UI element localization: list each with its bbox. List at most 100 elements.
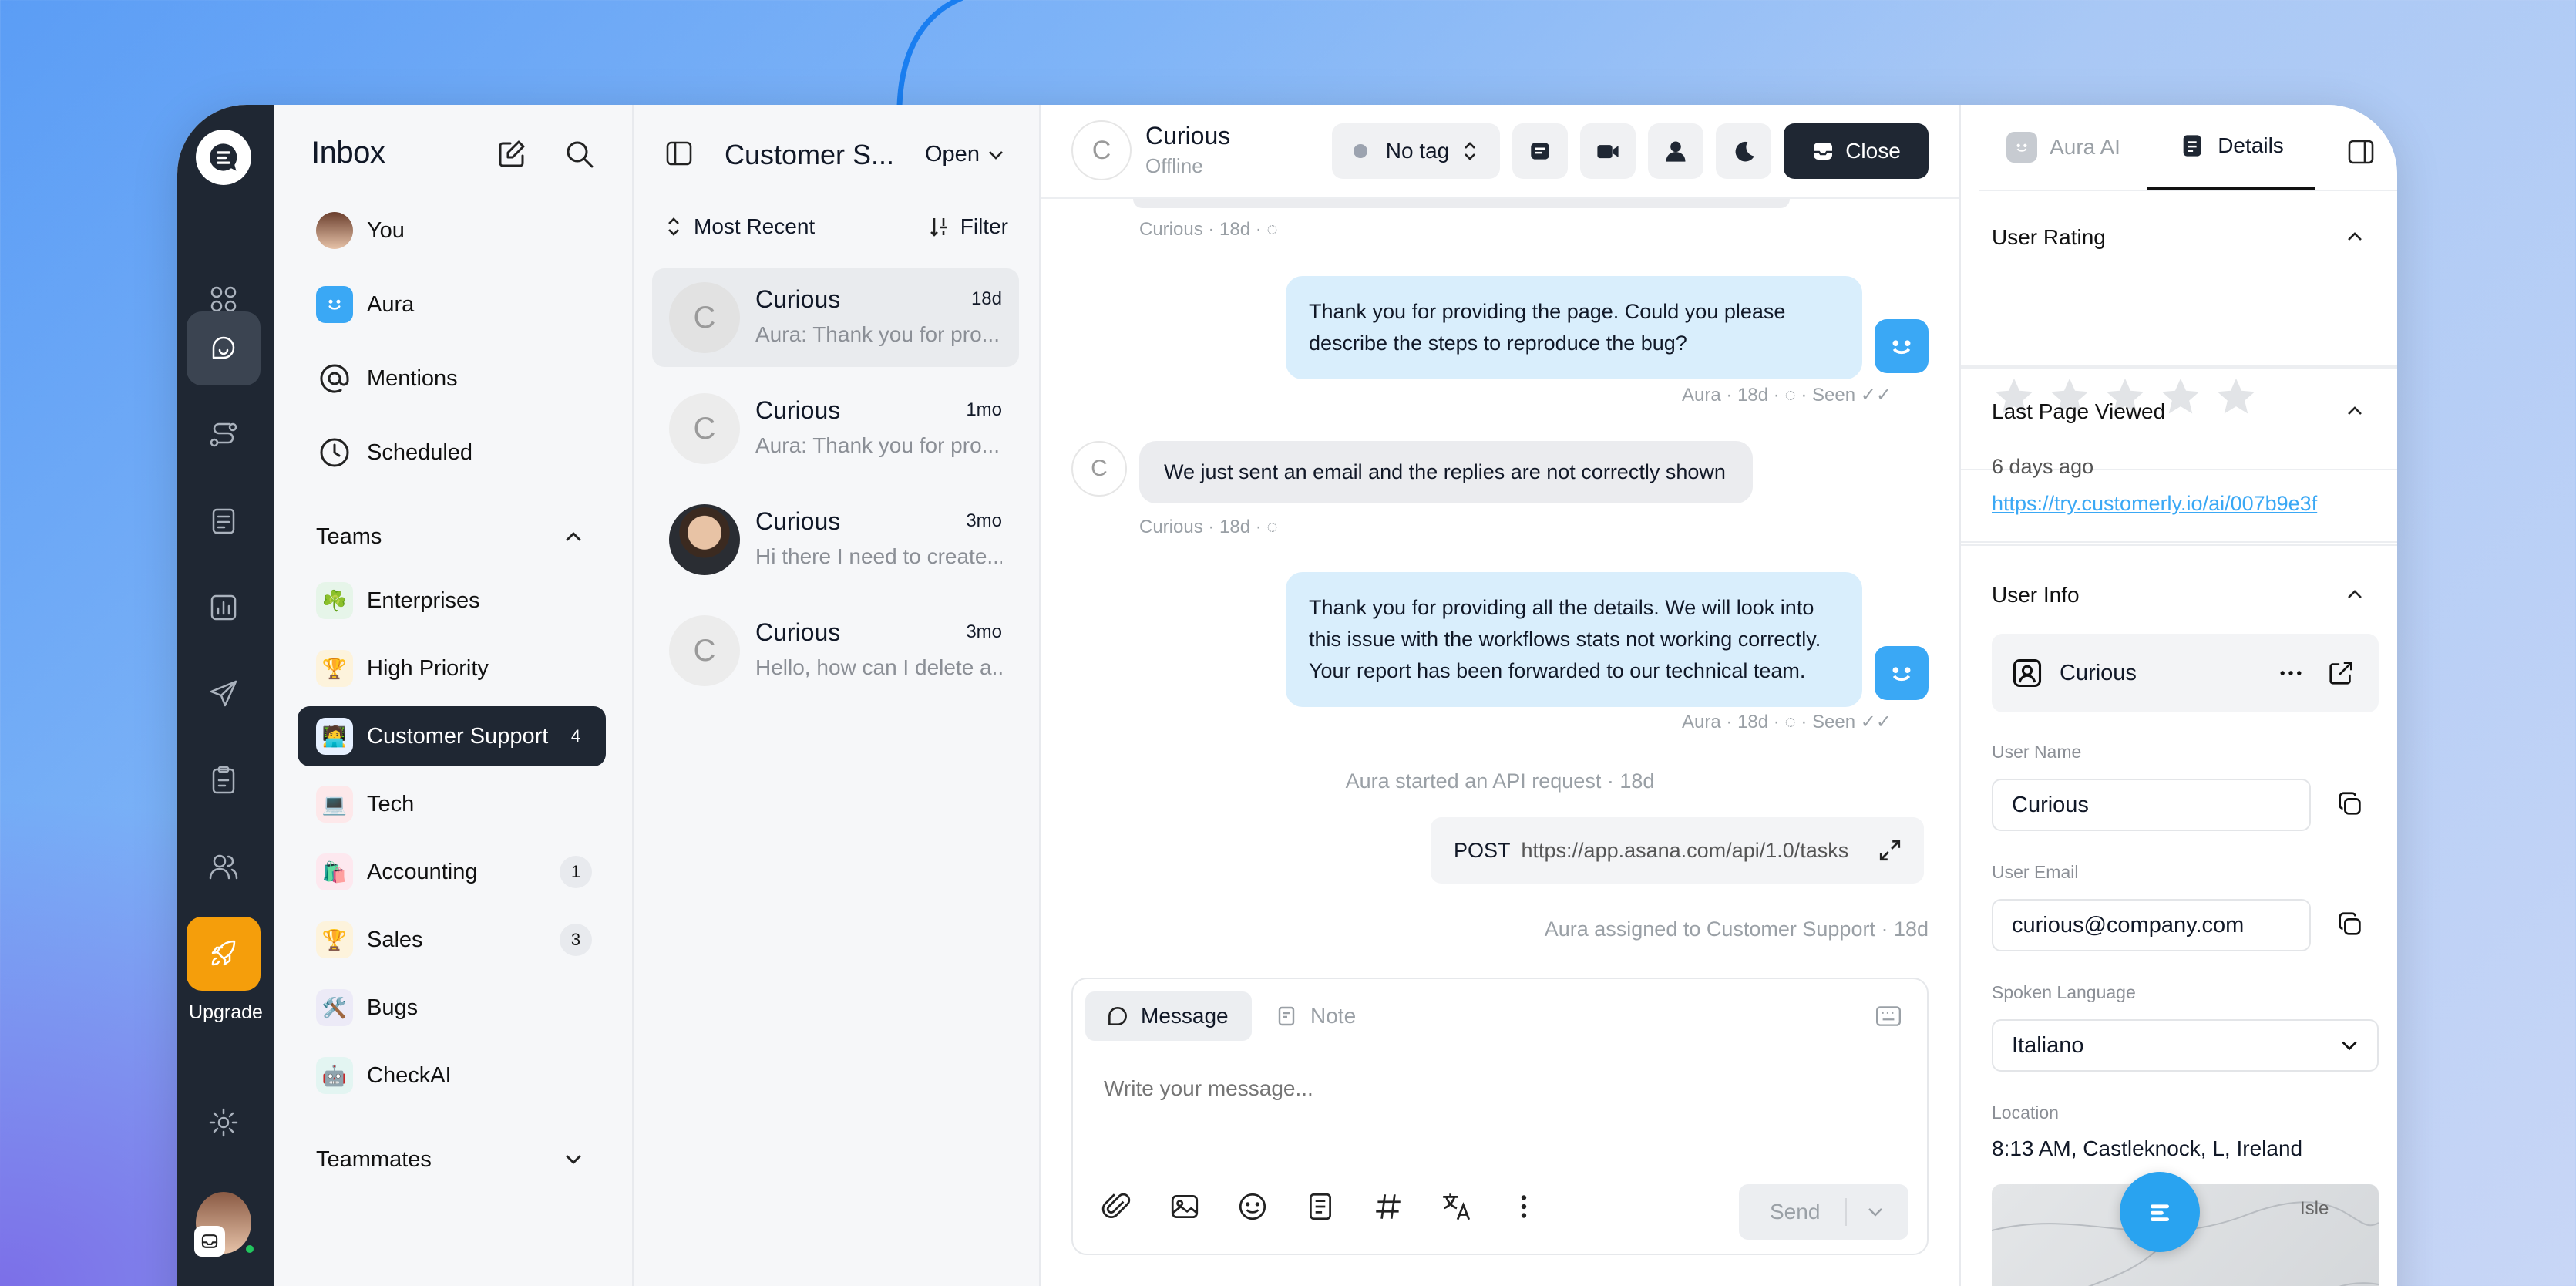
conversation-item[interactable]: Curious 3mo Hi there I need to create... [652, 490, 1019, 589]
language-select[interactable]: Italiano [1992, 1019, 2379, 1072]
campaigns-icon[interactable] [187, 657, 261, 731]
tab-message[interactable]: Message [1085, 991, 1252, 1041]
conversation-item[interactable]: C Curious 3mo Hello, how can I delete a.… [652, 601, 1019, 700]
team-item[interactable]: 🏆 High Priority [298, 638, 606, 699]
keyboard-icon[interactable] [1875, 1004, 1902, 1028]
sidebar-item-scheduled[interactable]: Scheduled [298, 422, 606, 483]
moon-icon [1735, 141, 1754, 162]
sidebar-item-label: Mentions [367, 365, 458, 391]
api-request-event: Aura started an API request · 18d [1345, 769, 1655, 793]
tab-note[interactable]: Note [1275, 991, 1356, 1041]
sidebar-item-aura[interactable]: Aura [298, 274, 606, 335]
sort-button[interactable]: Most Recent [664, 214, 815, 239]
team-item-active[interactable]: 🧑‍💻 Customer Support 4 [298, 706, 606, 766]
close-label: Close [1845, 139, 1901, 163]
contact-name: Curious [755, 618, 841, 646]
compose-icon[interactable] [495, 137, 529, 171]
sidebar-title: Inbox [311, 136, 385, 170]
chevron-down-icon[interactable] [1865, 1202, 1885, 1222]
channel-icon: ◌ [1784, 385, 1796, 406]
app-logo-icon[interactable] [196, 130, 251, 185]
list-title[interactable]: Customer S... [725, 139, 894, 171]
map-label: Isle [2300, 1198, 2329, 1219]
team-item[interactable]: 🏆 Sales 3 [298, 910, 606, 970]
open-external-icon[interactable] [2326, 658, 2356, 688]
send-button[interactable]: Send [1739, 1184, 1908, 1240]
more-vertical-icon[interactable] [1508, 1190, 1540, 1223]
notes-button[interactable] [1512, 123, 1568, 179]
message-meta: Aura · 18d · ◌ · Seen ✓✓ [1682, 384, 1892, 406]
chat-launcher-button[interactable] [2120, 1172, 2200, 1252]
sidebar-item-mentions[interactable]: Mentions [298, 348, 606, 409]
chevron-up-icon[interactable] [2343, 225, 2366, 248]
copy-icon[interactable] [2336, 789, 2365, 819]
inbox-icon[interactable] [187, 311, 261, 385]
team-item[interactable]: ☘️ Enterprises [298, 571, 606, 631]
article-icon[interactable] [1304, 1190, 1337, 1223]
tag-selector[interactable]: No tag [1332, 123, 1500, 179]
teams-header[interactable]: Teams [316, 524, 382, 550]
reports-icon[interactable] [187, 571, 261, 645]
team-item[interactable]: 🛍️ Accounting 1 [298, 842, 606, 902]
chevron-up-icon[interactable] [2343, 399, 2366, 422]
tab-aura-ai[interactable]: Aura AI [1979, 105, 2147, 190]
user-card[interactable]: Curious [1992, 634, 2379, 712]
team-emoji: 🛠️ [316, 989, 353, 1026]
sidebar-item-you[interactable]: You [298, 200, 606, 261]
username-field[interactable]: Curious [1992, 779, 2311, 831]
contact-name[interactable]: Curious [1145, 122, 1230, 150]
email-field[interactable]: curious@company.com [1992, 899, 2311, 951]
tasks-icon[interactable] [187, 743, 261, 817]
tag-dot [1353, 144, 1367, 158]
chevron-up-icon[interactable] [2343, 583, 2366, 606]
expand-icon[interactable] [1878, 838, 1902, 863]
api-request-card[interactable]: POST https://app.asana.com/api/1.0/tasks [1431, 817, 1924, 884]
aura-bot-icon [1875, 319, 1929, 373]
sidebar-item-label: Scheduled [367, 439, 473, 465]
user-avatar[interactable] [194, 1192, 256, 1257]
chevron-up-icon[interactable] [563, 526, 584, 547]
conversation-item[interactable]: C Curious 1mo Aura: Thank you for pro... [652, 379, 1019, 478]
teammates-header[interactable]: Teammates [316, 1147, 432, 1173]
video-icon [1597, 145, 1619, 159]
hashtag-icon[interactable] [1372, 1190, 1404, 1223]
team-emoji: 🧑‍💻 [316, 718, 353, 755]
filter-button[interactable]: Filter [928, 214, 1008, 239]
team-label: Sales [367, 927, 423, 952]
emoji-icon[interactable] [1236, 1190, 1269, 1223]
close-conversation-button[interactable]: Close [1784, 123, 1929, 179]
settings-icon[interactable] [187, 1086, 261, 1160]
user-icon [1666, 141, 1686, 162]
conversation-item[interactable]: C Curious 18d Aura: Thank you for pro... [652, 268, 1019, 367]
agent-message-bubble: Thank you for providing all the details.… [1286, 572, 1862, 707]
message-input[interactable] [1104, 1072, 1875, 1106]
last-page-link[interactable]: https://try.customerly.io/ai/007b9e3f [1992, 492, 2317, 516]
message-composer: Message Note Send [1071, 978, 1929, 1255]
copy-icon[interactable] [2336, 910, 2365, 939]
image-icon[interactable] [1169, 1190, 1201, 1223]
contact-profile-button[interactable] [1648, 123, 1703, 179]
upgrade-button[interactable] [187, 917, 261, 991]
workflow-icon[interactable] [187, 398, 261, 472]
chat-launcher-icon [2151, 1204, 2169, 1221]
tab-details[interactable]: Details [2147, 105, 2315, 190]
toggle-panel-icon[interactable] [2346, 137, 2376, 167]
toggle-sidebar-icon[interactable] [664, 139, 694, 168]
more-horizontal-icon[interactable] [2277, 659, 2305, 687]
chevron-down-icon[interactable] [563, 1149, 584, 1170]
upgrade-label: Upgrade [189, 1002, 263, 1023]
video-call-button[interactable] [1580, 123, 1636, 179]
search-icon[interactable] [563, 137, 597, 171]
translate-icon[interactable] [1440, 1190, 1472, 1223]
team-item[interactable]: 🤖 CheckAI [298, 1045, 606, 1106]
contacts-icon[interactable] [187, 830, 261, 904]
contact-name: Curious [755, 285, 841, 313]
team-item[interactable]: 🛠️ Bugs [298, 978, 606, 1038]
articles-icon[interactable] [187, 484, 261, 558]
channel-icon: ◌ [1266, 219, 1278, 240]
status-dropdown[interactable]: Open [925, 142, 1006, 167]
team-emoji: 🏆 [316, 921, 353, 958]
team-item[interactable]: 💻 Tech [298, 774, 606, 834]
snooze-button[interactable] [1716, 123, 1771, 179]
attachment-icon[interactable] [1101, 1190, 1133, 1223]
